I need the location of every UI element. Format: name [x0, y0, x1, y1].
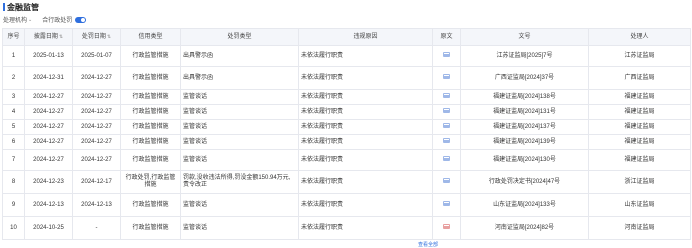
table-row: 8 2024-12-23 2024-12-17 行政处罚,行政监管措施 罚款,没…: [2, 170, 691, 194]
col-handler: 处理人: [588, 28, 691, 46]
table-row: 5 2024-12-27 2024-12-27 行政监管措施 监管谈话 未依法履…: [2, 119, 691, 135]
col-index: 序号: [2, 28, 25, 46]
page-title: 金融监管: [7, 3, 39, 12]
page-header: 金融监管: [0, 0, 692, 12]
org-filter-label[interactable]: 处理机构: [3, 15, 27, 24]
col-reason: 违规原因: [298, 28, 433, 46]
view-all-link[interactable]: 查看全部: [418, 241, 438, 248]
sort-icon[interactable]: ⇅: [107, 34, 111, 40]
table-row: 6 2024-12-27 2024-12-27 行政监管措施 监管谈话 未依法履…: [2, 134, 691, 150]
col-credit-type: 信用类型: [120, 28, 181, 46]
regulation-table: 序号 披露日期⇅ 处罚日期⇅ 信用类型 处罚类型 违规原因 原文 文号 处理人 …: [2, 28, 691, 240]
chevron-down-icon[interactable]: ⌄: [28, 17, 32, 23]
col-original: 原文: [432, 28, 461, 46]
document-icon[interactable]: [443, 52, 450, 58]
document-icon[interactable]: [443, 74, 450, 80]
document-icon[interactable]: [443, 224, 450, 230]
document-icon[interactable]: [443, 178, 450, 184]
col-penalty-date[interactable]: 处罚日期⇅: [72, 28, 121, 46]
table-row: 2 2024-12-31 2024-12-27 行政监管措施 出具警示函 未依法…: [2, 66, 691, 90]
table-row: 10 2024-10-25 - 行政监管措施 监管谈话 未依法履行职责 河南证监…: [2, 216, 691, 240]
merge-penalty-label: 合行政处罚: [42, 18, 73, 24]
table-row: 7 2024-12-27 2024-12-27 行政监管措施 监管谈话 未依法履…: [2, 149, 691, 171]
table-row: 9 2024-12-13 2024-12-13 行政监管措施 监管谈话 未依法履…: [2, 193, 691, 217]
table-header-row: 序号 披露日期⇅ 处罚日期⇅ 信用类型 处罚类型 违规原因 原文 文号 处理人: [2, 28, 691, 46]
document-icon[interactable]: [443, 93, 450, 99]
table-row: 3 2024-12-27 2024-12-27 行政监管措施 监管谈话 未依法履…: [2, 89, 691, 105]
document-icon[interactable]: [443, 138, 450, 144]
document-icon[interactable]: [443, 156, 450, 162]
title-accent-bar: [3, 3, 5, 11]
table-row: 1 2025-01-13 2025-01-07 行政监管措施 出具警示函 未依法…: [2, 45, 691, 67]
col-penalty-type: 处罚类型: [180, 28, 299, 46]
filter-bar: 处理机构 ⌄ 合行政处罚: [3, 15, 87, 24]
table-row: 4 2024-12-27 2024-12-27 行政监管措施 监管谈话 未依法履…: [2, 104, 691, 120]
merge-penalty-toggle[interactable]: [75, 16, 87, 23]
col-publish-date[interactable]: 披露日期⇅: [24, 28, 73, 46]
document-icon[interactable]: [443, 123, 450, 129]
col-doc-no: 文号: [460, 28, 589, 46]
document-icon[interactable]: [443, 201, 450, 207]
sort-icon[interactable]: ⇅: [59, 34, 63, 40]
document-icon[interactable]: [443, 108, 450, 114]
